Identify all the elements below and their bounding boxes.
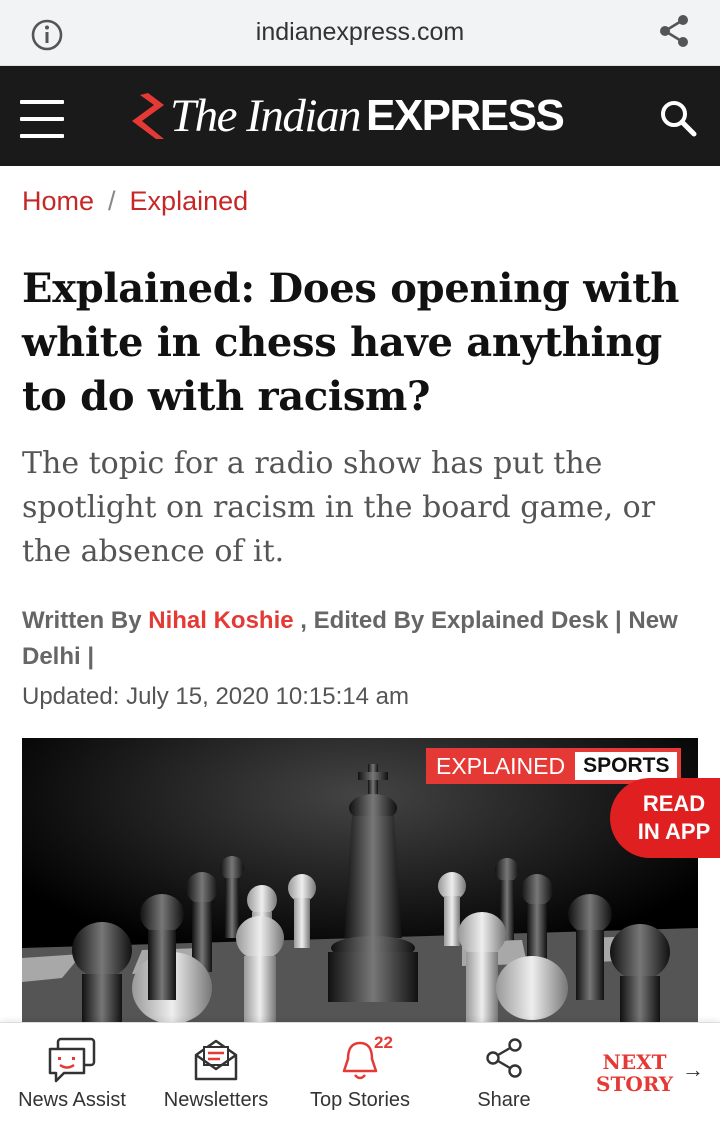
envelope-icon — [194, 1039, 238, 1081]
site-logo[interactable]: The Indian EXPRESS — [128, 88, 565, 144]
read-in-app-line1: READ — [642, 791, 706, 816]
read-in-app-line2: IN APP — [637, 819, 711, 844]
bottom-nav: News Assist Newsletters 22 Top Stories S… — [0, 1022, 720, 1122]
author-link[interactable]: Nihal Koshie — [148, 607, 293, 634]
breadcrumb-separator: / — [108, 186, 116, 216]
nav-top-stories[interactable]: 22 Top Stories — [290, 1023, 430, 1122]
browser-url-bar: indianexpress.com — [0, 0, 720, 66]
logo-mark-icon — [132, 93, 164, 139]
search-icon[interactable] — [658, 98, 698, 138]
nav-news-assist-label: News Assist — [18, 1089, 126, 1111]
hamburger-icon[interactable] — [20, 100, 64, 138]
article-synopsis: The topic for a radio show has put the s… — [22, 446, 656, 569]
nav-newsletters-label: Newsletters — [163, 1089, 269, 1111]
read-in-app-button[interactable]: READ IN APP — [610, 778, 720, 858]
byline-prefix: Written By — [22, 607, 149, 634]
logo-serif-text: The Indian — [170, 90, 361, 142]
breadcrumb: Home / Explained — [22, 186, 248, 217]
nav-share[interactable]: Share — [434, 1023, 574, 1122]
hero-image: EXPLAINED SPORTS — [22, 738, 698, 1022]
article-title: Explained: Does opening with white in ch… — [22, 265, 680, 420]
share-icon[interactable] — [658, 14, 690, 48]
arrow-right-icon[interactable]: → — [682, 1057, 704, 1083]
nav-top-stories-label: Top Stories — [309, 1089, 411, 1111]
logo-sans-text: EXPRESS — [365, 91, 565, 140]
tag-explained: EXPLAINED — [436, 752, 566, 779]
nav-news-assist[interactable]: News Assist — [2, 1023, 142, 1122]
chat-assist-icon — [48, 1037, 96, 1083]
next-story-line1: NEXT — [602, 1050, 667, 1074]
share-icon — [486, 1038, 522, 1078]
url-text[interactable]: indianexpress.com — [0, 18, 720, 47]
tag-sports: SPORTS — [575, 752, 678, 780]
breadcrumb-section[interactable]: Explained — [130, 186, 249, 216]
next-story-link[interactable]: NEXT STORY — [596, 1051, 673, 1095]
site-header: The Indian EXPRESS — [0, 66, 720, 166]
breadcrumb-home[interactable]: Home — [22, 186, 94, 216]
next-story-line2: STORY — [596, 1072, 674, 1096]
byline: Written By Nihal Koshie , Edited By Expl… — [22, 603, 702, 675]
nav-share-label: Share — [477, 1089, 531, 1111]
nav-newsletters[interactable]: Newsletters — [146, 1023, 286, 1122]
updated-timestamp: Updated: July 15, 2020 10:15:14 am — [22, 683, 409, 710]
top-stories-badge: 22 — [374, 1033, 393, 1052]
